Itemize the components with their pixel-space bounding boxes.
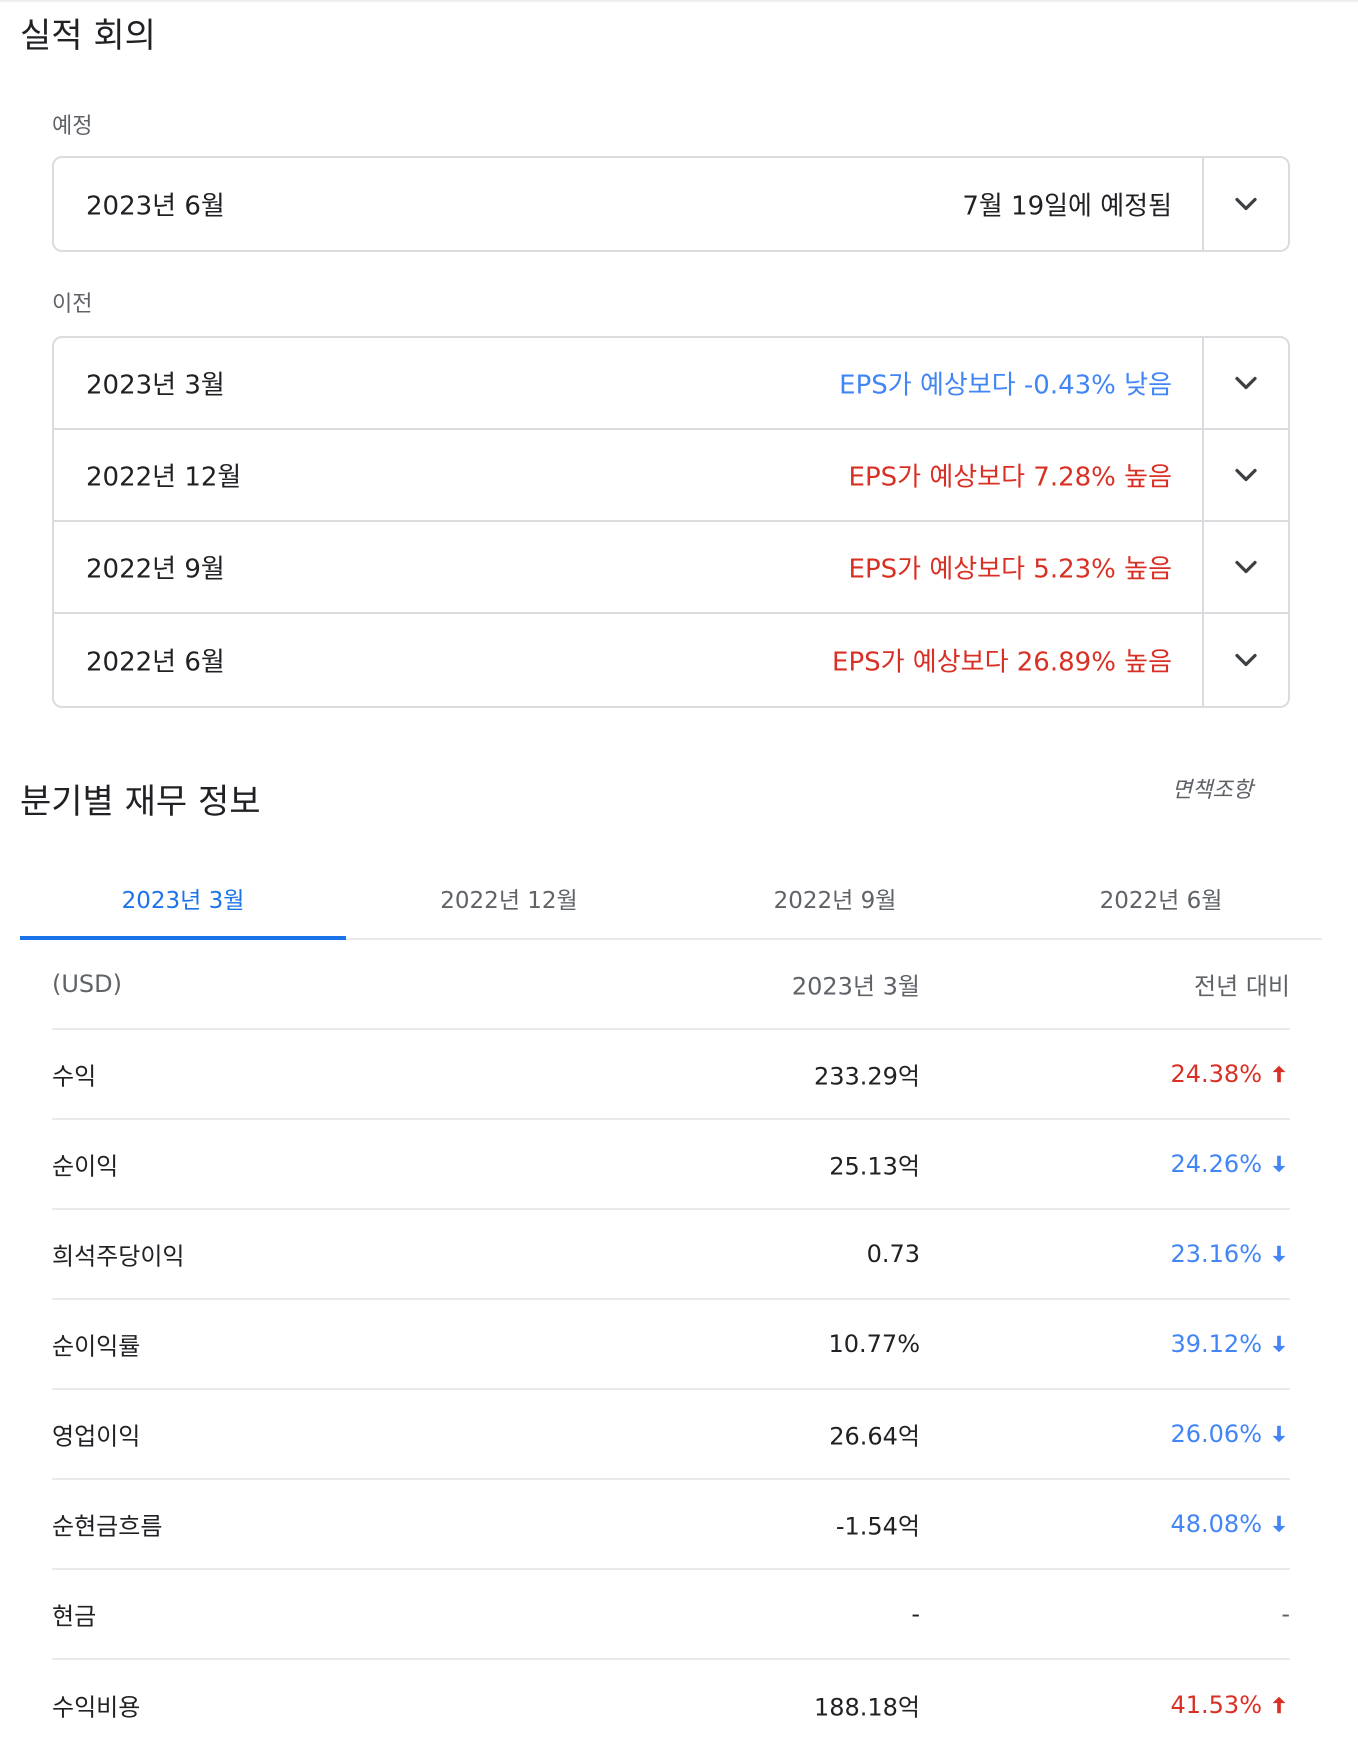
upcoming-earnings-row[interactable]: 2023년 6월 7월 19일에 예정됨 — [54, 158, 1288, 250]
upcoming-label: 예정 — [52, 114, 93, 139]
metric-label: 수익 — [52, 1062, 97, 1091]
row-divider — [1202, 338, 1204, 428]
metric-yoy-change: 41.53% — [1170, 1691, 1290, 1719]
table-row: 영업이익 26.64억 26.06% — [52, 1390, 1290, 1480]
metric-label: 순현금흐름 — [52, 1512, 163, 1541]
yoy-change-value: 24.26% — [1170, 1150, 1262, 1178]
arrow-down-icon — [1272, 1335, 1286, 1353]
metric-value: - — [911, 1600, 920, 1628]
yoy-change-value: 23.16% — [1170, 1240, 1262, 1268]
arrow-down-icon — [1272, 1155, 1286, 1173]
metric-value: 10.77% — [828, 1330, 920, 1358]
disclaimer-link[interactable]: 면책조항 — [1172, 772, 1253, 804]
yoy-change-value: 26.06% — [1170, 1420, 1262, 1448]
metric-label: 순이익률 — [52, 1332, 141, 1361]
yoy-change-value: 41.53% — [1170, 1691, 1262, 1719]
chevron-down-icon[interactable] — [1228, 186, 1264, 222]
metric-label: 희석주당이익 — [52, 1242, 185, 1271]
previous-earnings-period: 2023년 3월 — [86, 370, 225, 401]
period-header: 2023년 3월 — [791, 972, 920, 1001]
metric-value: -1.54억 — [835, 1512, 920, 1541]
arrow-up-icon — [1272, 1696, 1286, 1714]
metric-label: 순이익 — [52, 1152, 119, 1181]
arrow-down-icon — [1272, 1515, 1286, 1533]
previous-earnings-period: 2022년 12월 — [86, 462, 242, 493]
table-row: 순이익률 10.77% 39.12% — [52, 1300, 1290, 1390]
currency-header: (USD) — [52, 970, 123, 998]
previous-earnings-row[interactable]: 2022년 9월 EPS가 예상보다 5.23% 높음 — [54, 522, 1288, 614]
chevron-down-icon[interactable] — [1228, 642, 1264, 678]
metric-value: 233.29억 — [813, 1062, 920, 1091]
tab-period[interactable]: 2022년 6월 — [998, 858, 1324, 938]
chevron-down-icon[interactable] — [1228, 457, 1264, 493]
previous-label: 이전 — [52, 292, 93, 317]
financials-table: (USD) 2023년 3월 전년 대비 수익 233.29억 24.38% 순이익 2… — [52, 940, 1290, 1750]
row-divider — [1202, 614, 1204, 706]
table-header: (USD) 2023년 3월 전년 대비 — [52, 940, 1290, 1030]
previous-earnings-status: EPS가 예상보다 5.23% 높음 — [848, 554, 1172, 585]
table-row: 현금 - - — [52, 1570, 1290, 1660]
previous-earnings-status: EPS가 예상보다 -0.43% 낮음 — [839, 370, 1172, 401]
table-row: 순현금흐름 -1.54억 48.08% — [52, 1480, 1290, 1570]
table-row: 순이익 25.13억 24.26% — [52, 1120, 1290, 1210]
metric-yoy-change: - — [1281, 1600, 1290, 1628]
metric-yoy-change: 48.08% — [1170, 1510, 1290, 1538]
metric-label: 수익비용 — [52, 1693, 141, 1722]
metric-label: 영업이익 — [52, 1422, 141, 1451]
metric-value: 0.73 — [866, 1240, 920, 1268]
yoy-change-value: 39.12% — [1170, 1330, 1262, 1358]
metric-yoy-change: 26.06% — [1170, 1420, 1290, 1448]
previous-earnings-row[interactable]: 2023년 3월 EPS가 예상보다 -0.43% 낮음 — [54, 338, 1288, 430]
previous-earnings-status: EPS가 예상보다 26.89% 높음 — [832, 647, 1172, 678]
arrow-down-icon — [1272, 1245, 1286, 1263]
metric-yoy-change: 23.16% — [1170, 1240, 1290, 1268]
previous-earnings-card: 2023년 3월 EPS가 예상보다 -0.43% 낮음 2022년 12월 EPS가… — [52, 336, 1290, 708]
metric-yoy-change: 39.12% — [1170, 1330, 1290, 1358]
previous-earnings-status: EPS가 예상보다 7.28% 높음 — [848, 462, 1172, 493]
row-divider — [1202, 430, 1204, 520]
yoy-change-value: - — [1281, 1600, 1290, 1628]
chevron-down-icon[interactable] — [1228, 549, 1264, 585]
arrow-down-icon — [1272, 1425, 1286, 1443]
tab-period[interactable]: 2022년 9월 — [672, 858, 998, 938]
row-divider — [1202, 522, 1204, 612]
period-tabs: 2023년 3월 2022년 12월 2022년 9월 2022년 6월 — [20, 858, 1322, 940]
metric-yoy-change: 24.26% — [1170, 1150, 1290, 1178]
yoy-header: 전년 대비 — [1194, 972, 1290, 1001]
earnings-title: 실적 회의 — [20, 16, 156, 56]
chevron-down-icon[interactable] — [1228, 365, 1264, 401]
previous-earnings-row[interactable]: 2022년 6월 EPS가 예상보다 26.89% 높음 — [54, 614, 1288, 706]
previous-earnings-row[interactable]: 2022년 12월 EPS가 예상보다 7.28% 높음 — [54, 430, 1288, 522]
table-row: 수익비용 188.18억 41.53% — [52, 1660, 1290, 1750]
tab-period[interactable]: 2023년 3월 — [20, 858, 346, 940]
yoy-change-value: 48.08% — [1170, 1510, 1262, 1538]
previous-earnings-period: 2022년 9월 — [86, 554, 225, 585]
tab-period[interactable]: 2022년 12월 — [346, 858, 672, 938]
metric-yoy-change: 24.38% — [1170, 1060, 1290, 1088]
arrow-up-icon — [1272, 1065, 1286, 1083]
metric-value: 188.18억 — [813, 1693, 920, 1722]
top-shadow — [0, 0, 1358, 3]
previous-earnings-period: 2022년 6월 — [86, 647, 225, 678]
table-row: 희석주당이익 0.73 23.16% — [52, 1210, 1290, 1300]
metric-value: 26.64억 — [829, 1422, 920, 1451]
metric-value: 25.13억 — [829, 1152, 920, 1181]
row-divider — [1202, 158, 1204, 250]
yoy-change-value: 24.38% — [1170, 1060, 1262, 1088]
upcoming-earnings-status: 7월 19일에 예정됨 — [962, 191, 1172, 222]
financials-title: 분기별 재무 정보 — [20, 782, 261, 822]
upcoming-earnings-period: 2023년 6월 — [86, 191, 225, 222]
upcoming-earnings-card: 2023년 6월 7월 19일에 예정됨 — [52, 156, 1290, 252]
metric-label: 현금 — [52, 1602, 97, 1631]
table-row: 수익 233.29억 24.38% — [52, 1030, 1290, 1120]
